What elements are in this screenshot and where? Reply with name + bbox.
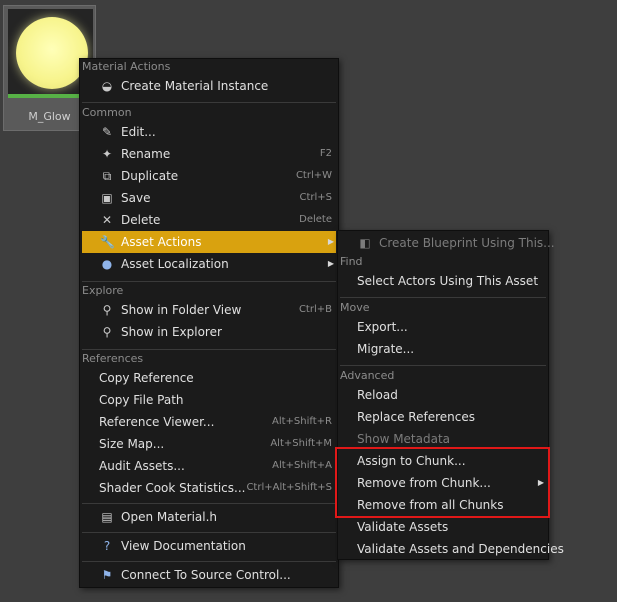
separator — [82, 349, 336, 350]
menu-item-edit[interactable]: ✎ Edit... — [82, 121, 336, 143]
section-common: Common — [82, 106, 132, 119]
pencil-icon: ✎ — [101, 125, 113, 139]
separator — [340, 297, 546, 298]
menu-item-reference-viewer[interactable]: Reference Viewer... Alt+Shift+R — [82, 411, 336, 433]
code-file-icon: ▤ — [101, 510, 113, 524]
menu-item-select-actors[interactable]: Select Actors Using This Asset — [340, 270, 546, 292]
menu-item-asset-localization[interactable]: ● Asset Localization ▶ — [82, 253, 336, 275]
wrench-icon: 🔧 — [100, 235, 115, 249]
rename-icon: ✦ — [101, 147, 113, 161]
menu-item-create-material-instance[interactable]: ◒ Create Material Instance — [82, 75, 336, 97]
submenu-arrow-icon: ▶ — [537, 478, 544, 487]
duplicate-icon: ⧉ — [102, 169, 112, 183]
separator — [82, 532, 336, 533]
menu-item-remove-from-chunk[interactable]: Remove from Chunk... ▶ — [340, 472, 546, 494]
search-icon: ⚲ — [102, 325, 112, 339]
menu-item-save[interactable]: ▣ Save Ctrl+S — [82, 187, 336, 209]
separator — [82, 102, 336, 103]
asset-actions-submenu: ◧ Create Blueprint Using This... Find Se… — [337, 230, 564, 560]
submenu-arrow-icon: ▶ — [327, 237, 334, 246]
menu-item-delete[interactable]: ✕ Delete Delete — [82, 209, 336, 231]
separator — [340, 365, 546, 366]
menu-item-show-metadata[interactable]: Show Metadata — [340, 428, 546, 450]
menu-item-copy-reference[interactable]: Copy Reference — [82, 367, 336, 389]
menu-item-assign-to-chunk[interactable]: Assign to Chunk... — [340, 450, 546, 472]
delete-icon: ✕ — [101, 213, 113, 227]
menu-item-remove-from-all-chunks[interactable]: Remove from all Chunks — [340, 494, 546, 516]
menu-item-size-map[interactable]: Size Map... Alt+Shift+M — [82, 433, 336, 455]
menu-item-audit-assets[interactable]: Audit Assets... Alt+Shift+A — [82, 455, 336, 477]
help-icon: ? — [103, 539, 111, 553]
section-explore: Explore — [82, 284, 124, 297]
asset-context-menu: Material Actions ◒ Create Material Insta… — [79, 58, 339, 588]
menu-item-asset-actions[interactable]: 🔧 Asset Actions ▶ — [82, 231, 336, 253]
menu-item-view-documentation[interactable]: ? View Documentation — [82, 535, 336, 557]
menu-item-duplicate[interactable]: ⧉ Duplicate Ctrl+W — [82, 165, 336, 187]
submenu-arrow-icon: ▶ — [327, 259, 334, 268]
menu-item-migrate[interactable]: Migrate... — [340, 338, 546, 360]
separator — [82, 281, 336, 282]
menu-item-reload[interactable]: Reload — [340, 384, 546, 406]
material-instance-icon: ◒ — [101, 79, 113, 93]
section-move: Move — [340, 301, 370, 314]
section-find: Find — [340, 255, 363, 268]
section-references: References — [82, 352, 144, 365]
menu-item-open-material-h[interactable]: ▤ Open Material.h — [82, 506, 336, 528]
blueprint-icon: ◧ — [359, 236, 371, 250]
menu-item-shader-cook-statistics[interactable]: Shader Cook Statistics... Ctrl+Alt+Shift… — [82, 477, 336, 499]
menu-item-export[interactable]: Export... — [340, 316, 546, 338]
menu-item-create-blueprint[interactable]: ◧ Create Blueprint Using This... — [340, 232, 554, 254]
source-control-icon: ⚑ — [101, 568, 113, 582]
material-preview-sphere — [16, 17, 88, 89]
search-icon: ⚲ — [102, 303, 112, 317]
section-advanced: Advanced — [340, 369, 395, 382]
globe-icon: ● — [101, 257, 113, 271]
menu-item-validate-assets[interactable]: Validate Assets — [340, 516, 546, 538]
menu-item-copy-file-path[interactable]: Copy File Path — [82, 389, 336, 411]
separator — [82, 561, 336, 562]
menu-item-replace-references[interactable]: Replace References — [340, 406, 546, 428]
menu-item-connect-source-control[interactable]: ⚑ Connect To Source Control... — [82, 564, 336, 586]
menu-item-validate-assets-and-dependencies[interactable]: Validate Assets and Dependencies — [340, 538, 564, 560]
save-icon: ▣ — [101, 191, 113, 205]
menu-item-rename[interactable]: ✦ Rename F2 — [82, 143, 336, 165]
section-material-actions: Material Actions — [82, 60, 171, 73]
menu-item-show-in-explorer[interactable]: ⚲ Show in Explorer — [82, 321, 336, 343]
separator — [82, 503, 336, 504]
menu-item-show-in-folder-view[interactable]: ⚲ Show in Folder View Ctrl+B — [82, 299, 336, 321]
